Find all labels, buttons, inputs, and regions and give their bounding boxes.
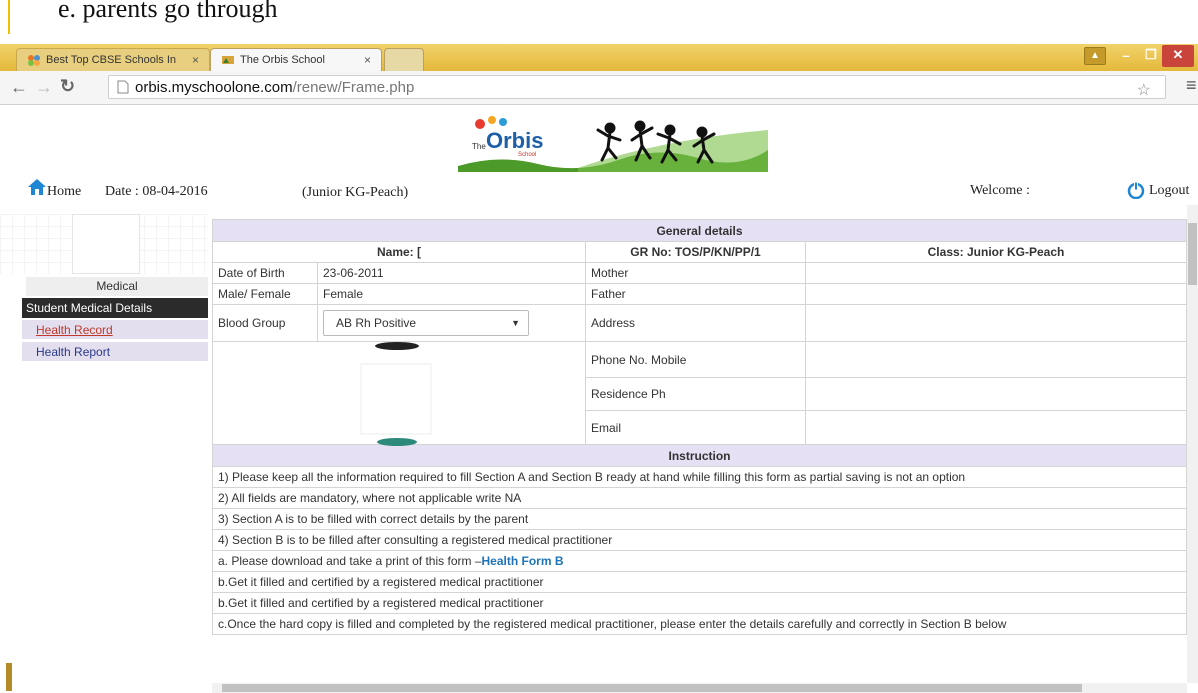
home-link[interactable]: Home xyxy=(47,184,81,200)
url-host: orbis.myschoolone.com xyxy=(135,78,293,96)
blood-group-select[interactable]: AB Rh Positive ▼ xyxy=(323,310,529,336)
tab-orbis-school[interactable]: The Orbis School × xyxy=(210,48,382,71)
welcome-text: Welcome : xyxy=(970,183,1030,198)
blood-group-cell: AB Rh Positive ▼ xyxy=(317,304,586,342)
instruction-line: 2) All fields are mandatory, where not a… xyxy=(212,487,1187,509)
residence-phone-value xyxy=(805,377,1187,411)
instruction-line: 1) Please keep all the information requi… xyxy=(212,466,1187,488)
logo-the: The xyxy=(472,142,486,151)
window-close-icon[interactable]: ✕ xyxy=(1162,45,1194,67)
back-arrow-icon[interactable]: ← xyxy=(10,77,28,98)
page-icon xyxy=(117,80,129,94)
browser-nav-bar: ← → ↻ orbis.myschoolone.com/renew/Frame.… xyxy=(0,71,1198,105)
gender-value: Female xyxy=(317,283,586,305)
document-margin-bar xyxy=(6,663,12,691)
document-header: e. parents go through xyxy=(0,0,1198,40)
logo-orbis: Orbis xyxy=(486,128,544,153)
father-value xyxy=(805,283,1187,305)
forward-arrow-icon[interactable]: → xyxy=(35,77,53,98)
new-tab-button[interactable] xyxy=(384,48,424,71)
sidebar-medical-heading: Medical xyxy=(26,277,208,296)
general-details-panel: General details Name: [ GR No: TOS/P/KN/… xyxy=(212,219,1187,635)
url-path: /renew/Frame.php xyxy=(292,78,415,96)
phone-value xyxy=(805,341,1187,378)
user-profile-icon[interactable]: ▲ xyxy=(1084,47,1106,65)
student-photo-thumbnail xyxy=(72,214,140,274)
vertical-scrollbar[interactable] xyxy=(1187,205,1198,683)
sidebar-item-health-report[interactable]: Health Report xyxy=(22,342,208,362)
current-date: Date : 08-04-2016 xyxy=(105,184,208,199)
blood-group-label: Blood Group xyxy=(212,304,318,342)
father-label: Father xyxy=(585,283,806,305)
mother-value xyxy=(805,262,1187,284)
tab-title: Best Top CBSE Schools In xyxy=(46,54,177,66)
student-name: Name: [ xyxy=(212,241,586,263)
sidebar-item-health-record[interactable]: Health Record xyxy=(22,320,208,340)
gr-number: GR No: TOS/P/KN/PP/1 xyxy=(585,241,806,263)
student-class-label: (Junior KG-Peach) xyxy=(302,185,409,200)
phone-label: Phone No. Mobile xyxy=(585,341,806,378)
home-icon[interactable] xyxy=(27,178,47,201)
email-value xyxy=(805,410,1187,445)
mother-label: Mother xyxy=(585,262,806,284)
blood-group-value: AB Rh Positive xyxy=(336,316,417,330)
sidebar-section-title: Student Medical Details xyxy=(22,298,208,318)
joomla-favicon-icon xyxy=(27,54,41,66)
scrollbar-thumb[interactable] xyxy=(222,684,1082,692)
student-class: Class: Junior KG-Peach xyxy=(805,241,1187,263)
tab-close-icon[interactable]: × xyxy=(364,53,371,67)
dob-label: Date of Birth xyxy=(212,262,318,284)
dob-value: 23-06-2011 xyxy=(317,262,586,284)
student-photo-image xyxy=(360,342,432,446)
tab-title: The Orbis School xyxy=(240,54,325,66)
instruction-line: b.Get it filled and certified by a regis… xyxy=(212,571,1187,593)
instruction-line: c.Once the hard copy is filled and compl… xyxy=(212,613,1187,635)
instruction-line: a. Please download and take a print of t… xyxy=(212,550,1187,572)
address-value xyxy=(805,304,1187,342)
bookmark-star-icon[interactable]: ☆ xyxy=(1137,80,1151,100)
logout-link[interactable]: Logout xyxy=(1149,183,1189,199)
instruction-line: b.Get it filled and certified by a regis… xyxy=(212,592,1187,614)
address-label: Address xyxy=(585,304,806,342)
window-maximize-icon[interactable]: ❐ xyxy=(1138,45,1164,67)
school-logo-banner: The Orbis School xyxy=(458,110,768,172)
power-icon[interactable] xyxy=(1127,181,1145,204)
tab-close-icon[interactable]: × xyxy=(192,53,199,67)
scrollbar-thumb[interactable] xyxy=(1188,223,1197,285)
document-margin-bar xyxy=(8,0,10,34)
instruction-line: 4) Section B is to be filled after consu… xyxy=(212,529,1187,551)
horizontal-scrollbar[interactable] xyxy=(212,683,1187,693)
document-header-text: e. parents go through xyxy=(58,0,278,23)
instruction-line: 3) Section A is to be filled with correc… xyxy=(212,508,1187,530)
reload-icon[interactable]: ↻ xyxy=(60,76,75,97)
browser-menu-icon[interactable]: ≡ xyxy=(1186,75,1197,96)
gender-label: Male/ Female xyxy=(212,283,318,305)
logo-school: School xyxy=(518,152,537,158)
page-header: Home Date : 08-04-2016 (Junior KG-Peach)… xyxy=(0,178,1198,204)
student-photo-cell xyxy=(212,341,586,446)
chevron-down-icon: ▼ xyxy=(511,318,520,328)
health-form-b-link[interactable]: Health Form B xyxy=(482,554,564,568)
residence-phone-label: Residence Ph xyxy=(585,377,806,411)
address-bar[interactable]: orbis.myschoolone.com/renew/Frame.php ☆ xyxy=(108,75,1166,99)
browser-tab-strip: Best Top CBSE Schools In × The Orbis Sch… xyxy=(0,44,1198,71)
instruction-text: a. Please download and take a print of t… xyxy=(218,554,482,568)
orbis-favicon-icon xyxy=(221,54,235,66)
general-details-title: General details xyxy=(212,219,1187,242)
general-details-table: General details Name: [ GR No: TOS/P/KN/… xyxy=(212,219,1187,635)
email-label: Email xyxy=(585,410,806,445)
tab-best-top-cbse[interactable]: Best Top CBSE Schools In × xyxy=(16,48,210,71)
instruction-title: Instruction xyxy=(212,444,1187,467)
window-minimize-icon[interactable]: – xyxy=(1113,45,1139,67)
